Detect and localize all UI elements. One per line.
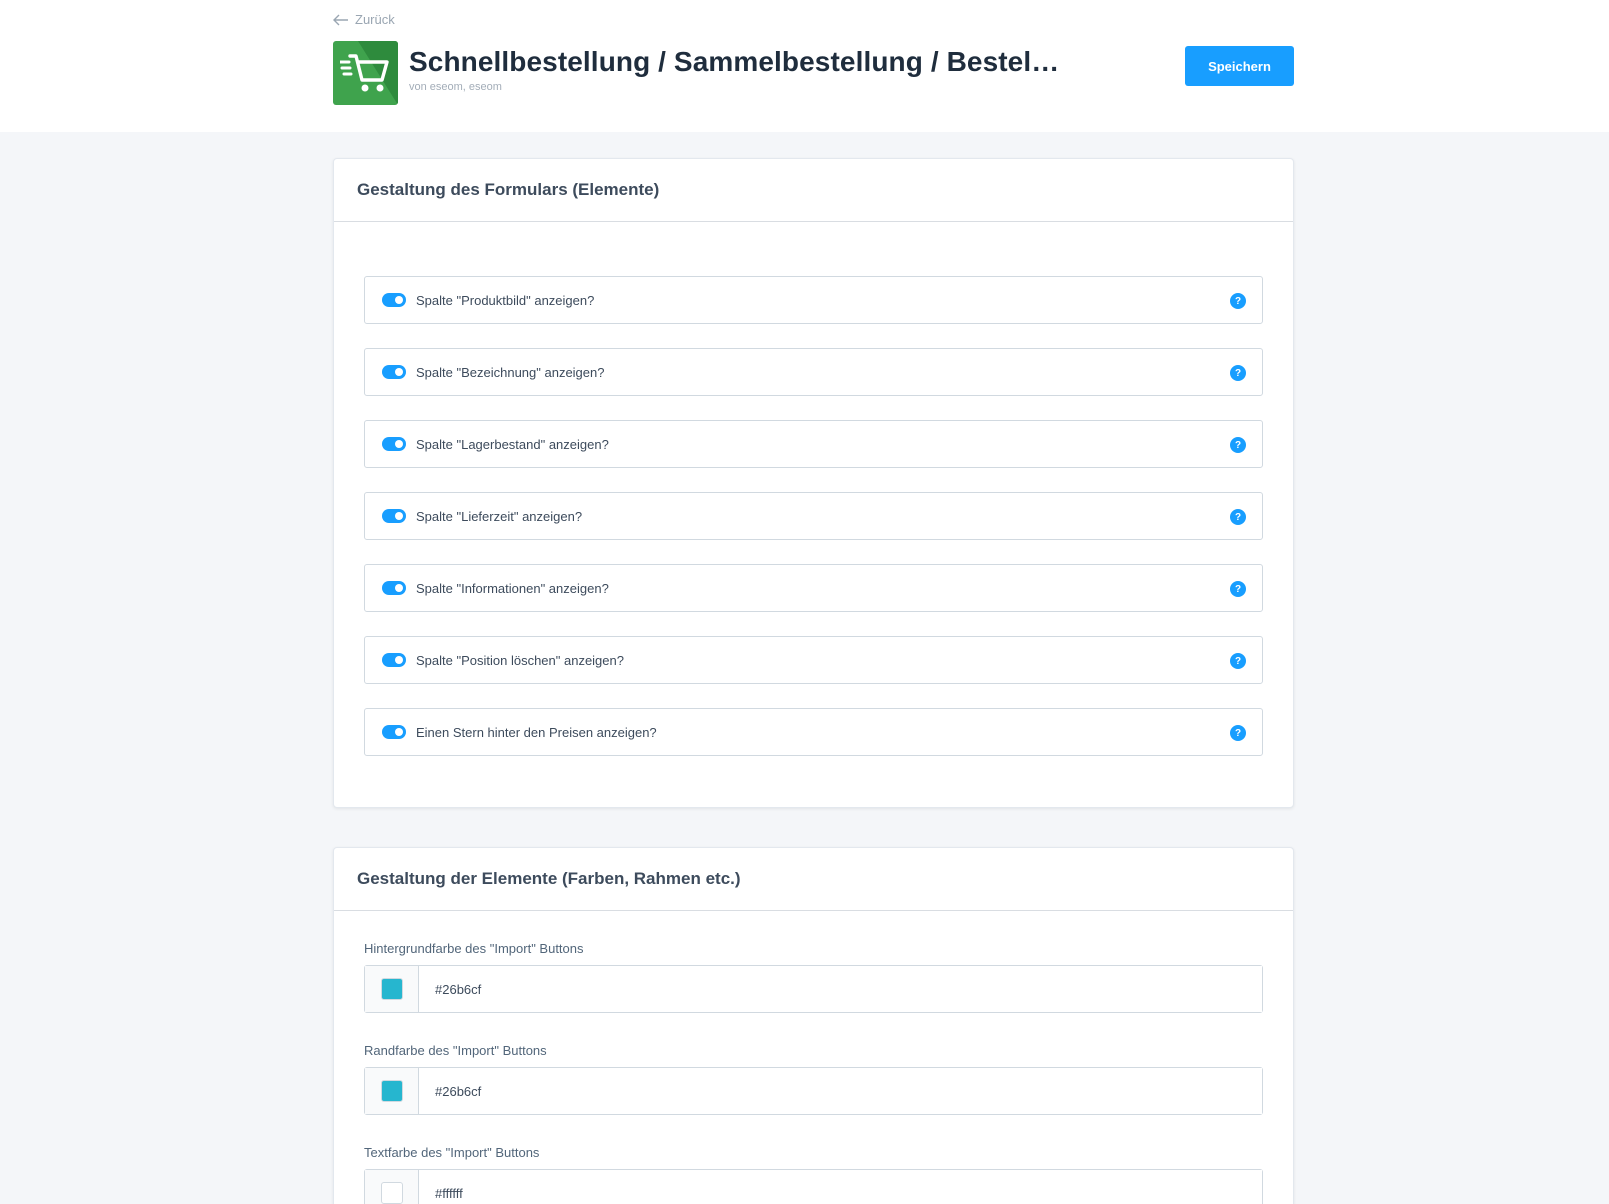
field-label: Randfarbe des "Import" Buttons — [364, 1043, 547, 1058]
color-swatch — [380, 1182, 403, 1204]
color-field — [364, 1067, 1263, 1115]
color-fields: Hintergrundfarbe des "Import" Buttons Ra… — [334, 911, 1293, 1204]
color-input[interactable] — [419, 1068, 1262, 1114]
toggle-row: Spalte "Produktbild" anzeigen? ? — [364, 276, 1263, 324]
toggle-row: Spalte "Bezeichnung" anzeigen? ? — [364, 348, 1263, 396]
help-icon[interactable]: ? — [1230, 509, 1246, 525]
vendor-label: von eseom, eseom — [409, 81, 502, 93]
toggle-switch[interactable] — [382, 437, 406, 451]
field-label: Textfarbe des "Import" Buttons — [364, 1145, 540, 1160]
help-icon[interactable]: ? — [1230, 725, 1246, 741]
color-picker-button[interactable] — [365, 966, 419, 1012]
toggle-row: Spalte "Lieferzeit" anzeigen? ? — [364, 492, 1263, 540]
app-icon — [333, 41, 398, 105]
toggle-switch[interactable] — [382, 725, 406, 739]
help-icon[interactable]: ? — [1230, 437, 1246, 453]
element-colors-card: Gestaltung der Elemente (Farben, Rahmen … — [333, 847, 1294, 1204]
top-bar: Zurück Schnellbestellung / Sammelbestell… — [0, 0, 1609, 132]
toggle-row: Spalte "Position löschen" anzeigen? ? — [364, 636, 1263, 684]
help-icon[interactable]: ? — [1230, 581, 1246, 597]
toggle-row: Spalte "Informationen" anzeigen? ? — [364, 564, 1263, 612]
color-picker-button[interactable] — [365, 1170, 419, 1204]
help-icon[interactable]: ? — [1230, 293, 1246, 309]
toggle-label: Spalte "Lieferzeit" anzeigen? — [416, 508, 583, 524]
card-title: Gestaltung der Elemente (Farben, Rahmen … — [334, 848, 1293, 911]
page-title: Schnellbestellung / Sammelbestellung / B… — [409, 46, 1060, 77]
toggle-switch[interactable] — [382, 653, 406, 667]
toggle-switch[interactable] — [382, 365, 406, 379]
toggle-label: Spalte "Informationen" anzeigen? — [416, 580, 609, 596]
toggle-label: Einen Stern hinter den Preisen anzeigen? — [416, 724, 657, 740]
help-icon[interactable]: ? — [1230, 653, 1246, 669]
toggle-switch[interactable] — [382, 293, 406, 307]
save-button[interactable]: Speichern — [1185, 46, 1294, 86]
toggle-label: Spalte "Position löschen" anzeigen? — [416, 652, 624, 668]
color-input[interactable] — [419, 1170, 1262, 1204]
color-swatch — [380, 1080, 403, 1102]
arrow-left-icon — [333, 14, 348, 25]
back-label: Zurück — [355, 12, 395, 27]
toggle-label: Spalte "Lagerbestand" anzeigen? — [416, 436, 609, 452]
toggle-list: Spalte "Produktbild" anzeigen? ? Spalte … — [334, 222, 1293, 756]
back-link[interactable]: Zurück — [333, 12, 395, 27]
form-elements-card: Gestaltung des Formulars (Elemente) Spal… — [333, 158, 1294, 808]
toggle-label: Spalte "Produktbild" anzeigen? — [416, 292, 595, 308]
color-field — [364, 965, 1263, 1013]
toggle-switch[interactable] — [382, 509, 406, 523]
color-swatch — [380, 978, 403, 1000]
color-picker-button[interactable] — [365, 1068, 419, 1114]
help-icon[interactable]: ? — [1230, 365, 1246, 381]
color-input[interactable] — [419, 966, 1262, 1012]
toggle-label: Spalte "Bezeichnung" anzeigen? — [416, 364, 605, 380]
shopping-cart-icon — [340, 54, 389, 92]
toggle-switch[interactable] — [382, 581, 406, 595]
toggle-row: Einen Stern hinter den Preisen anzeigen?… — [364, 708, 1263, 756]
card-title: Gestaltung des Formulars (Elemente) — [334, 159, 1293, 222]
color-field — [364, 1169, 1263, 1204]
toggle-row: Spalte "Lagerbestand" anzeigen? ? — [364, 420, 1263, 468]
field-label: Hintergrundfarbe des "Import" Buttons — [364, 941, 584, 956]
